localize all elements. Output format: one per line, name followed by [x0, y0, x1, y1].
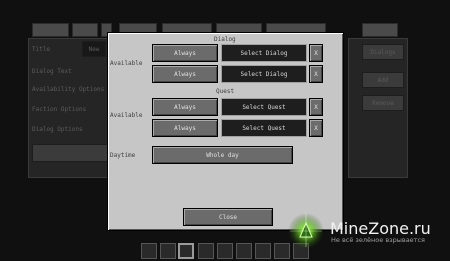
remove-dialog-button-2[interactable]: X	[309, 65, 323, 83]
hotbar-slot[interactable]	[217, 243, 233, 259]
bg-label-title: Title	[32, 46, 51, 53]
close-button[interactable]: Close	[183, 208, 273, 226]
remove-quest-button-1[interactable]: X	[309, 98, 323, 116]
dialog-section-title: Dialog	[214, 36, 236, 43]
quest-section-title: Quest	[216, 88, 235, 95]
bg-right-button-1[interactable]: Dialogs	[362, 44, 404, 60]
hotbar-slot[interactable]	[236, 243, 252, 259]
bg-label-faction: Faction Options	[32, 106, 87, 113]
hotbar-slot-selected[interactable]	[178, 243, 194, 259]
bg-right-button-3[interactable]: Remove	[362, 95, 404, 111]
daytime-button[interactable]: Whole day	[152, 146, 293, 164]
bg-right-button-2[interactable]: Add	[362, 72, 404, 88]
dialog-condition-button-1[interactable]: Always	[152, 44, 218, 62]
bg-new-field[interactable]: New	[82, 41, 106, 57]
bg-label-availability: Availability Options	[32, 86, 105, 93]
dialog-available-label: Available	[110, 60, 143, 67]
select-dialog-button-2[interactable]: Select Dialog	[221, 65, 307, 83]
hotbar-slot[interactable]	[255, 243, 271, 259]
select-quest-button-1[interactable]: Select Quest	[221, 98, 307, 116]
quest-available-label: Available	[110, 112, 143, 119]
availability-dialog: Dialog Available Always Select Dialog X …	[107, 32, 344, 231]
remove-dialog-button-1[interactable]: X	[309, 44, 323, 62]
bg-label-dialog-text: Dialog Text	[32, 68, 72, 75]
daytime-label: Daytime	[110, 152, 136, 159]
watermark-subtitle: Не всё зелёное взрывается	[331, 236, 425, 244]
bg-label-dialog-options: Dialog Options	[32, 126, 83, 133]
bg-tab-roles[interactable]	[72, 23, 98, 37]
quest-condition-button-1[interactable]: Always	[152, 98, 218, 116]
quest-condition-button-2[interactable]: Always	[152, 119, 218, 137]
hotbar-slot[interactable]	[141, 243, 157, 259]
remove-quest-button-2[interactable]: X	[309, 119, 323, 137]
bg-tab-8[interactable]	[362, 23, 398, 37]
select-dialog-button-1[interactable]: Select Dialog	[221, 44, 307, 62]
minezone-logo-icon	[288, 213, 324, 249]
hotbar-slot[interactable]	[160, 243, 176, 259]
hotbar-slot[interactable]	[198, 243, 214, 259]
bg-tab-dialogs[interactable]	[32, 23, 69, 37]
bg-left-button[interactable]	[32, 144, 108, 162]
dialog-condition-button-2[interactable]: Always	[152, 65, 218, 83]
select-quest-button-2[interactable]: Select Quest	[221, 119, 307, 137]
